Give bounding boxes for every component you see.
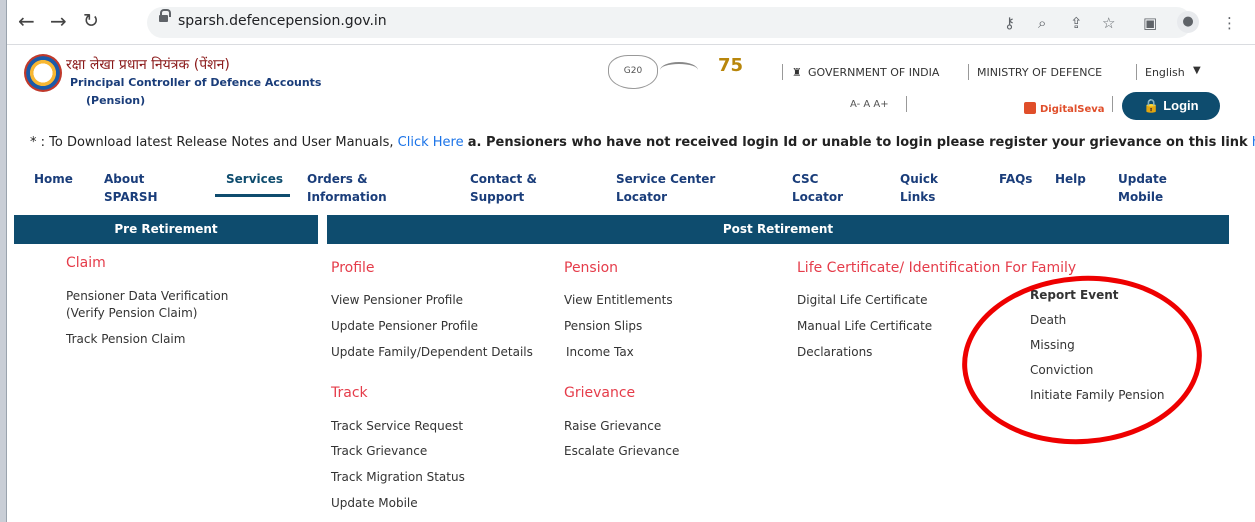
gov-link[interactable]: GOVERNMENT OF INDIA: [808, 66, 939, 79]
notice-prefix: * : To Download latest Release Notes and…: [30, 135, 394, 150]
menu-item-update-profile[interactable]: Update Pensioner Profile: [331, 318, 478, 334]
back-arrow-icon[interactable]: ←: [18, 10, 35, 32]
menu-item-pensioner-data-verification[interactable]: Pensioner Data Verification: [66, 288, 228, 304]
window-edge: [0, 0, 7, 522]
menu-item-declarations[interactable]: Declarations: [797, 344, 872, 360]
pcda-logo-icon: [24, 54, 62, 92]
star-icon[interactable]: ☆: [1102, 14, 1115, 32]
divider: [1112, 96, 1113, 112]
divider: [1136, 64, 1137, 80]
font-size-controls[interactable]: A- A A+: [850, 99, 889, 110]
language-select[interactable]: English: [1145, 66, 1185, 79]
menu-item-track-pension-claim[interactable]: Track Pension Claim: [66, 331, 185, 347]
divider: [782, 64, 783, 80]
share-icon[interactable]: ⇪: [1070, 14, 1083, 32]
menu-item-track-grievance[interactable]: Track Grievance: [331, 443, 427, 459]
track-heading: Track: [331, 385, 368, 401]
more-menu-icon[interactable]: ⋮: [1222, 14, 1237, 32]
nav-update-mobile[interactable]: Update Mobile: [1118, 170, 1167, 206]
browser-toolbar: ← → ↻ sparsh.defencepension.gov.in ⚷ ⌕ ⇪…: [0, 0, 1255, 45]
menu-item-update-mobile[interactable]: Update Mobile: [331, 495, 418, 511]
nav-csc[interactable]: CSC Locator: [792, 170, 843, 206]
emblem-icon: ♜: [792, 66, 802, 79]
nav-home[interactable]: Home: [34, 170, 73, 188]
highlight-circle-annotation: [956, 267, 1208, 453]
url-text: sparsh.defencepension.gov.in: [178, 13, 387, 29]
forward-arrow-icon[interactable]: →: [50, 10, 67, 32]
sidebar-icon[interactable]: ▣: [1143, 14, 1157, 32]
notice-ticker: * : To Download latest Release Notes and…: [30, 135, 1255, 150]
org-subtitle: (Pension): [86, 94, 146, 107]
menu-item-income-tax[interactable]: Income Tax: [566, 344, 634, 360]
reload-icon[interactable]: ↻: [83, 10, 99, 32]
menu-item-view-profile[interactable]: View Pensioner Profile: [331, 292, 463, 308]
lock-icon: 🔒: [1143, 98, 1164, 113]
menu-item-raise-grievance[interactable]: Raise Grievance: [564, 418, 661, 434]
life-certificate-heading: Life Certificate/ Identification For Fam…: [797, 260, 1077, 276]
notice-text: a. Pensioners who have not received logi…: [467, 135, 1248, 150]
zoom-icon[interactable]: ⌕: [1038, 14, 1046, 32]
swoosh-logo-icon: [660, 62, 698, 78]
menu-item-view-entitlements[interactable]: View Entitlements: [564, 292, 673, 308]
pension-heading: Pension: [564, 260, 619, 276]
g20-logo-icon: G20: [608, 55, 658, 89]
org-title: Principal Controller of Defence Accounts: [70, 76, 322, 89]
active-tab-indicator: [215, 194, 290, 197]
key-icon[interactable]: ⚷: [1004, 14, 1015, 32]
menu-item-verify-pension-claim[interactable]: (Verify Pension Claim): [66, 305, 197, 321]
post-retirement-header: Post Retirement: [327, 215, 1229, 244]
nav-services[interactable]: Services: [226, 170, 283, 188]
ministry-link[interactable]: MINISTRY OF DEFENCE: [977, 66, 1102, 79]
azadi-logo-icon: 75: [718, 55, 744, 76]
nav-orders[interactable]: Orders & Information: [307, 170, 387, 206]
lock-icon: [159, 9, 171, 22]
menu-item-track-service-request[interactable]: Track Service Request: [331, 418, 463, 434]
pre-retirement-header: Pre Retirement: [14, 215, 318, 244]
nav-faqs[interactable]: FAQs: [999, 170, 1032, 188]
nav-contact[interactable]: Contact & Support: [470, 170, 537, 206]
nav-quick-links[interactable]: Quick Links: [900, 170, 938, 206]
menu-item-pension-slips[interactable]: Pension Slips: [564, 318, 642, 334]
profile-heading: Profile: [331, 260, 375, 276]
nav-help[interactable]: Help: [1055, 170, 1086, 188]
chevron-down-icon[interactable]: ▼: [1193, 65, 1201, 76]
claim-heading: Claim: [66, 255, 106, 271]
address-bar[interactable]: sparsh.defencepension.gov.in: [147, 7, 1192, 38]
menu-item-update-family[interactable]: Update Family/Dependent Details: [331, 344, 533, 360]
hindi-title: रक्षा लेखा प्रधान नियंत्रक (पेंशन): [66, 57, 230, 73]
login-label: Login: [1163, 98, 1199, 113]
menu-item-track-migration[interactable]: Track Migration Status: [331, 469, 465, 485]
profile-icon[interactable]: ●: [1177, 11, 1199, 33]
menu-item-manual-life-certificate[interactable]: Manual Life Certificate: [797, 318, 932, 334]
divider: [968, 64, 969, 80]
grievance-heading: Grievance: [564, 385, 636, 401]
nav-service-center[interactable]: Service Center Locator: [616, 170, 715, 206]
click-here-link[interactable]: Click Here: [398, 135, 464, 150]
menu-item-digital-life-certificate[interactable]: Digital Life Certificate: [797, 292, 928, 308]
menu-item-escalate-grievance[interactable]: Escalate Grievance: [564, 443, 679, 459]
nav-about[interactable]: About SPARSH: [104, 170, 158, 206]
login-button[interactable]: 🔒 Login: [1122, 92, 1220, 120]
divider: [906, 96, 907, 112]
digiseva-logo[interactable]: DigitalSeva: [1024, 102, 1105, 115]
